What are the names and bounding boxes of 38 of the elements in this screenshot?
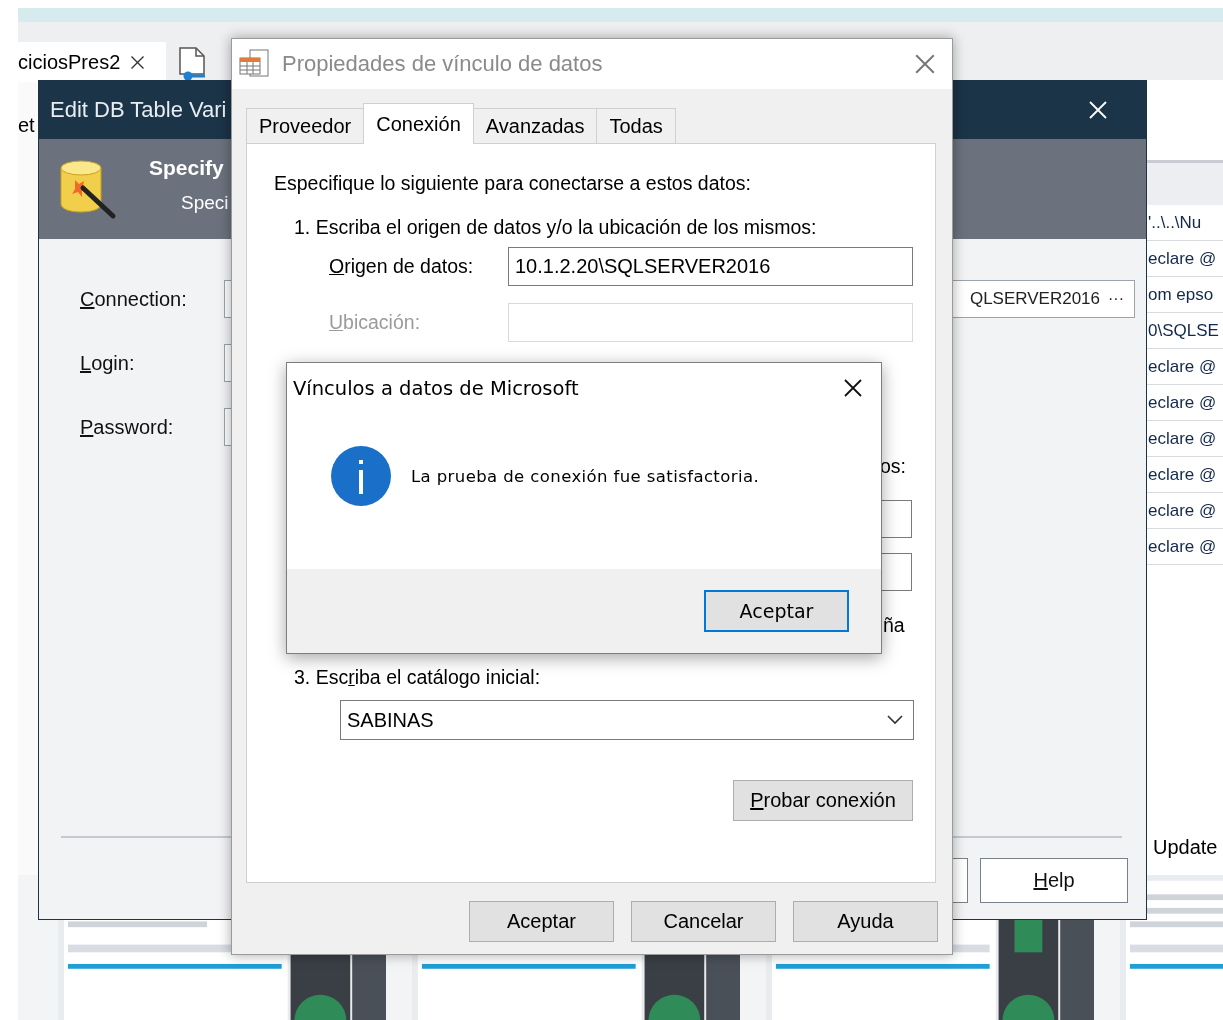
chevron-down-icon	[887, 715, 903, 725]
tab[interactable]: Conexión	[363, 103, 474, 144]
label-fragment: et	[18, 114, 36, 137]
field-value: 10.1.2.20\SQLSERVER2016	[515, 255, 771, 278]
column-header: Update	[1153, 836, 1218, 859]
header-subtitle: Speci	[180, 192, 229, 214]
field-label: Origen de datos:	[328, 255, 475, 278]
tab[interactable]: Proveedor	[246, 108, 365, 143]
step-label: 1. Escriba el origen de datos y/o la ubicación de los mismos:	[294, 216, 818, 238]
field-label: Connection:	[79, 287, 188, 311]
window-title: Propiedades de vínculo de datos	[282, 51, 604, 77]
instruction-text: Especifique lo siguiente para conectarse a estos datos:	[274, 172, 752, 194]
tab[interactable]: Todas	[596, 108, 676, 143]
header-title: Specify	[149, 156, 225, 180]
label-fragment: ña	[883, 614, 905, 637]
dialog-button[interactable]: Ayuda	[793, 901, 938, 942]
field-label: Password:	[79, 415, 175, 439]
test-connection-button[interactable]: Probar conexión	[733, 780, 913, 821]
input-field[interactable]: 10.1.2.20\SQLSERVER2016	[508, 247, 913, 286]
help-button[interactable]: Help	[980, 858, 1128, 903]
input-field[interactable]	[508, 303, 913, 342]
dialog-button[interactable]: Aceptar	[469, 901, 614, 942]
close-icon[interactable]	[843, 378, 863, 398]
close-icon[interactable]	[130, 54, 146, 70]
field-label: Login:	[79, 351, 136, 375]
message-text: La prueba de conexión fue satisfactoria.	[411, 466, 760, 486]
dialog-button[interactable]: Cancelar	[631, 901, 776, 942]
message-title: Vínculos a datos de Microsoft	[293, 376, 579, 400]
field-value: QLSERVER2016	[969, 289, 1100, 309]
info-icon	[331, 446, 391, 506]
browse-button[interactable]: ···	[1100, 290, 1134, 308]
table-document-icon	[238, 48, 272, 80]
step-label: 3. Escriba el catálogo inicial:	[294, 666, 542, 688]
dropdown-value: SABINAS	[347, 708, 434, 732]
window-title: Edit DB Table Vari	[50, 97, 227, 123]
field-label: Ubicación:	[328, 311, 422, 334]
catalog-dropdown[interactable]: SABINAS	[340, 700, 914, 740]
ok-button[interactable]: Aceptar	[704, 590, 849, 632]
